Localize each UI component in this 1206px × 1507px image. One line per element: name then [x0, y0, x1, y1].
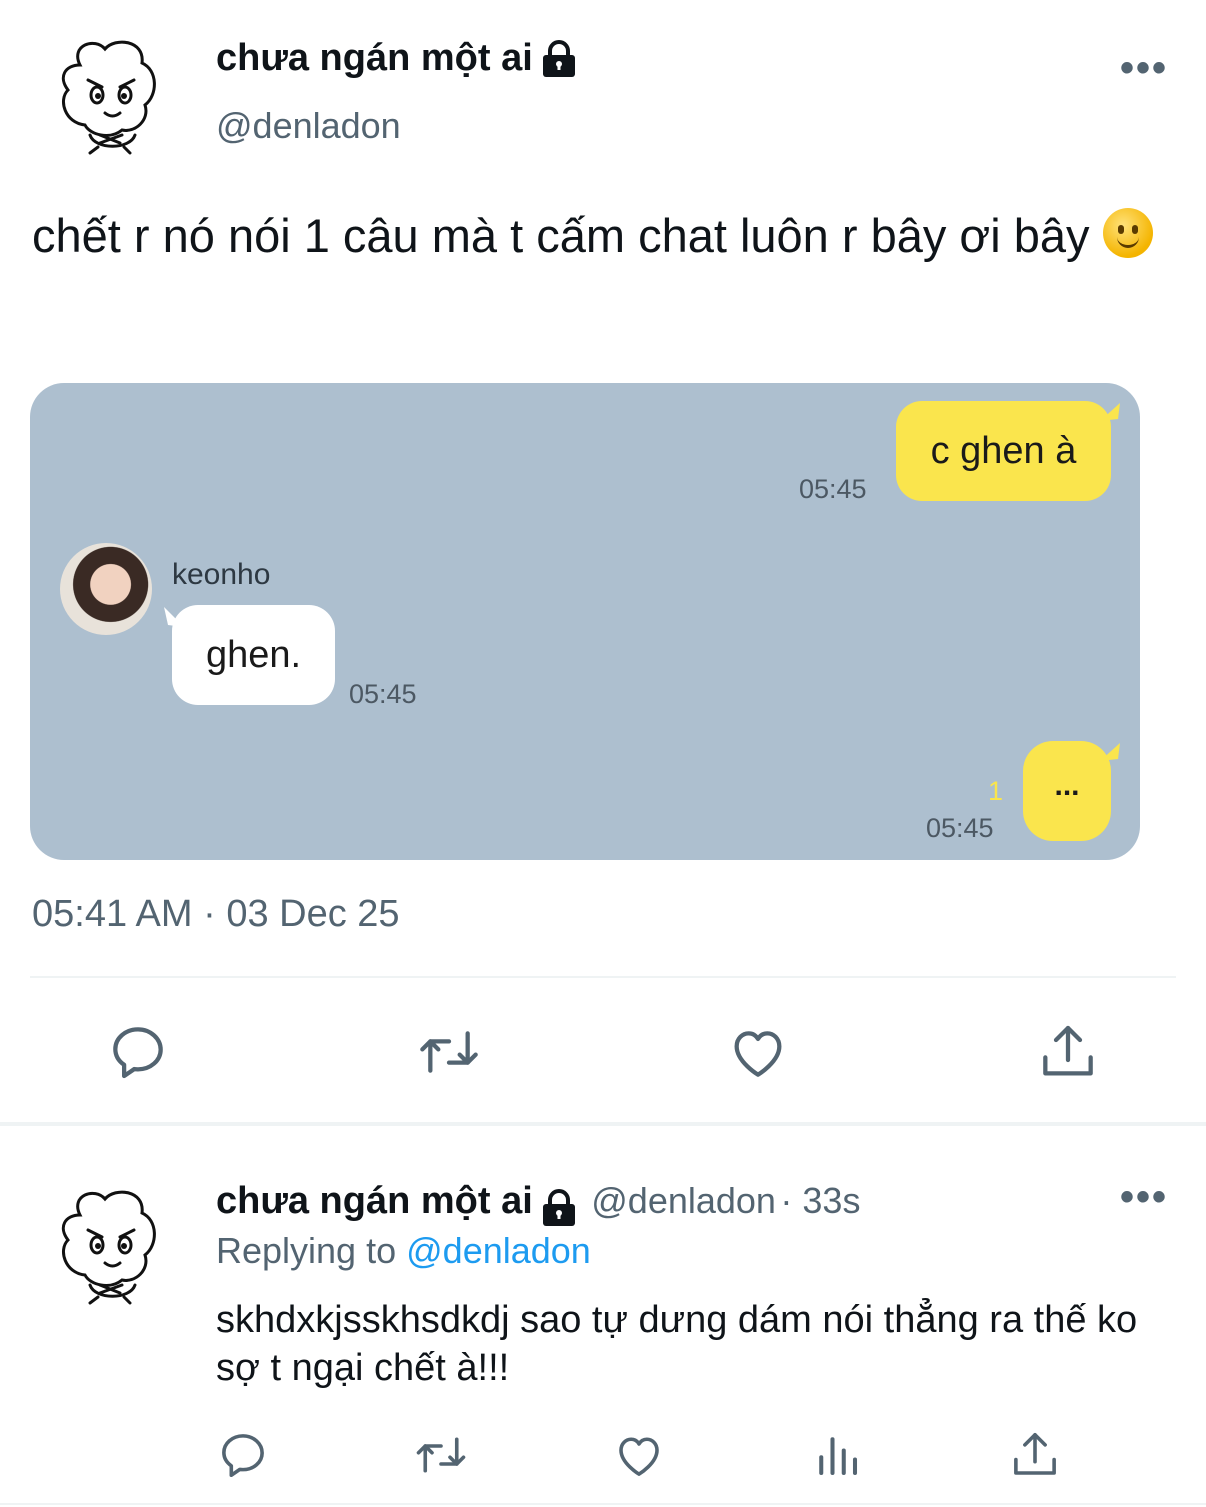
divider: [30, 976, 1176, 978]
sent-message-bubble: ...: [1023, 741, 1111, 841]
reply-age: · 33s: [780, 1180, 861, 1221]
replying-to: Replying to @denladon: [216, 1230, 591, 1272]
reply-author-name[interactable]: chưa ngán một ai: [216, 1180, 533, 1222]
message-text: ...: [1054, 769, 1080, 802]
author-handle[interactable]: @denladon: [216, 105, 401, 147]
replying-to-link[interactable]: @denladon: [406, 1230, 591, 1271]
section-divider: [0, 1122, 1206, 1126]
reply-avatar[interactable]: [50, 1185, 170, 1310]
message-time: 05:45: [349, 679, 417, 709]
tweet-timestamp[interactable]: 05:41 AM · 03 Dec 25: [32, 893, 400, 936]
lock-icon: [542, 39, 575, 77]
message-text: c ghen à: [930, 430, 1077, 472]
contact-avatar[interactable]: [60, 543, 152, 635]
reply-header: chưa ngán một ai @denladon · 33s: [216, 1180, 860, 1229]
contact-name: keonho: [172, 558, 271, 591]
tweet-body: chết r nó nói 1 câu mà t cấm chat luôn r…: [32, 209, 1090, 262]
reply-more-options-button[interactable]: •••: [1120, 1177, 1168, 1217]
replying-to-label: Replying to: [216, 1230, 397, 1271]
share-icon[interactable]: [1008, 1428, 1062, 1482]
reply-icon[interactable]: [106, 1020, 170, 1084]
message-time: 05:45: [926, 813, 994, 843]
reply-author-handle[interactable]: @denladon: [591, 1180, 776, 1221]
received-message-bubble: ghen.: [172, 605, 335, 705]
like-icon[interactable]: [612, 1428, 666, 1482]
tweet-text: chết r nó nói 1 câu mà t cấm chat luôn r…: [32, 200, 1182, 272]
share-icon[interactable]: [1036, 1020, 1100, 1084]
sent-message-bubble: c ghen à: [896, 401, 1111, 501]
lock-icon: [542, 1188, 575, 1226]
retweet-icon[interactable]: [412, 1428, 470, 1482]
attached-image[interactable]: 05:45 c ghen à keonho ghen. 05:45 1 05:4…: [30, 383, 1140, 860]
like-icon[interactable]: [726, 1020, 790, 1084]
avatar[interactable]: [50, 35, 170, 160]
bubble-tail: [1100, 743, 1120, 761]
unread-count: 1: [988, 776, 1004, 806]
more-options-button[interactable]: •••: [1120, 48, 1168, 88]
author-name[interactable]: chưa ngán một ai: [216, 37, 579, 80]
message-text: ghen.: [205, 634, 302, 676]
message-time: 05:45: [799, 474, 867, 504]
reply-text: skhdxkjsskhsdkdj sao tự dưng dám nói thẳ…: [216, 1299, 1138, 1389]
retweet-icon[interactable]: [414, 1020, 484, 1084]
bubble-tail: [1100, 403, 1120, 421]
divider: [0, 1503, 1206, 1505]
reply-icon[interactable]: [216, 1428, 270, 1482]
author-name-text[interactable]: chưa ngán một ai: [216, 37, 533, 79]
analytics-icon[interactable]: [810, 1428, 864, 1482]
smiling-face-icon: [1102, 208, 1153, 258]
